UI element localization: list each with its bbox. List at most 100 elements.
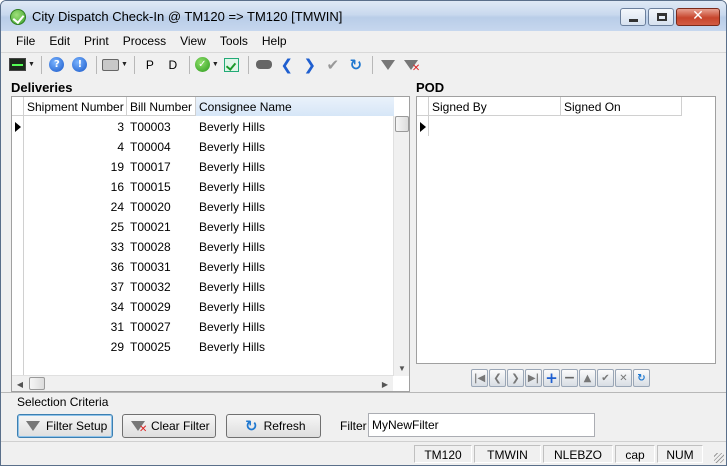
shipment-number: 36: [110, 260, 124, 274]
filter-setup-button[interactable]: Filter Setup: [17, 414, 113, 438]
table-row[interactable]: 36 T00031 Beverly Hills: [24, 256, 386, 276]
pod-header: Signed By Signed On: [417, 97, 682, 116]
cancel-record-button[interactable]: ✕: [615, 369, 632, 387]
check-button[interactable]: ✓ ▼: [194, 55, 219, 75]
table-row[interactable]: 4 T00004 Beverly Hills: [24, 136, 386, 156]
add-record-button[interactable]: +: [543, 369, 560, 387]
column-header-signed-by[interactable]: Signed By: [429, 97, 561, 116]
menu-process[interactable]: Process: [116, 32, 173, 51]
clear-filter-button[interactable]: Clear Filter: [122, 414, 216, 438]
status-cell-num: NUM: [657, 445, 703, 463]
horizontal-scrollbar[interactable]: ◀ ▶: [12, 375, 393, 391]
table-row[interactable]: 24 T00020 Beverly Hills: [24, 196, 386, 216]
table-row[interactable]: 34 T00029 Beverly Hills: [24, 296, 386, 316]
info-button[interactable]: !: [70, 55, 90, 75]
check-icon: ✓: [194, 57, 210, 72]
delete-record-button[interactable]: −: [561, 369, 578, 387]
clear-filter-toolbar-button[interactable]: [401, 55, 421, 75]
find-button[interactable]: [254, 55, 274, 75]
filter-toolbar-button[interactable]: [378, 55, 398, 75]
refresh-icon: ↻: [245, 417, 258, 435]
menu-file[interactable]: File: [9, 32, 42, 51]
edit-record-button[interactable]: ▲: [579, 369, 596, 387]
accept-button[interactable]: ✔: [323, 55, 343, 75]
shipment-number: 37: [110, 280, 124, 294]
table-row[interactable]: 33 T00028 Beverly Hills: [24, 236, 386, 256]
minimize-button[interactable]: [620, 8, 646, 26]
menu-view[interactable]: View: [173, 32, 213, 51]
consignee-name: Beverly Hills: [199, 140, 266, 154]
print-button[interactable]: ▼: [101, 55, 128, 75]
printer-icon: [101, 58, 119, 71]
maximize-icon: [657, 13, 667, 21]
checkmark-icon: ✔: [326, 55, 340, 74]
table-row[interactable]: 3 T00003 Beverly Hills: [24, 116, 386, 136]
post-record-button[interactable]: ✔: [597, 369, 614, 387]
monitor-icon: [9, 58, 26, 71]
monitor-button[interactable]: ▼: [9, 55, 35, 75]
shipment-number: 34: [110, 300, 124, 314]
resize-grip-icon[interactable]: [714, 453, 724, 463]
row-selector-header: [417, 97, 429, 116]
menu-help[interactable]: Help: [255, 32, 294, 51]
consignee-name: Beverly Hills: [199, 120, 266, 134]
dropdown-arrow-icon: ▼: [211, 61, 219, 68]
bill-number: T00031: [130, 260, 171, 274]
horizontal-scroll-thumb[interactable]: [29, 377, 45, 390]
column-header-bill[interactable]: Bill Number: [127, 97, 196, 116]
chevron-left-icon: ❮: [280, 55, 294, 74]
window-controls: ✕: [620, 8, 720, 26]
checklist-button[interactable]: [222, 55, 242, 75]
menu-print[interactable]: Print: [77, 32, 116, 51]
consignee-name: Beverly Hills: [199, 260, 266, 274]
bill-number: T00025: [130, 340, 171, 354]
prev-page-button[interactable]: ❮: [489, 369, 506, 387]
table-row[interactable]: 31 T00027 Beverly Hills: [24, 316, 386, 336]
chevron-right-icon: ❯: [303, 55, 317, 74]
vertical-scrollbar[interactable]: ▼: [393, 116, 409, 376]
filter-input[interactable]: [368, 413, 595, 437]
pod-grid: Signed By Signed On: [416, 96, 716, 364]
dropdown-arrow-icon: ▼: [120, 61, 128, 68]
table-row[interactable]: 25 T00021 Beverly Hills: [24, 216, 386, 236]
next-page-button[interactable]: ❯: [507, 369, 524, 387]
table-row[interactable]: 16 T00015 Beverly Hills: [24, 176, 386, 196]
help-button[interactable]: ?: [47, 55, 67, 75]
window-title: City Dispatch Check-In @ TM120 => TM120 …: [32, 9, 343, 24]
filter-label: Filter: [340, 419, 367, 433]
last-record-button[interactable]: ▶|: [525, 369, 542, 387]
column-header-consignee[interactable]: Consignee Name: [196, 97, 394, 116]
bill-number: T00004: [130, 140, 171, 154]
refresh-button[interactable]: ↻ Refresh: [226, 414, 321, 438]
column-header-signed-on[interactable]: Signed On: [561, 97, 682, 116]
d-button[interactable]: D: [163, 55, 183, 75]
clear-filter-icon: [131, 421, 147, 435]
consignee-name: Beverly Hills: [199, 320, 266, 334]
maximize-button[interactable]: [648, 8, 674, 26]
first-record-button[interactable]: |◀: [471, 369, 488, 387]
section-divider: [1, 392, 726, 393]
table-row[interactable]: 37 T00032 Beverly Hills: [24, 276, 386, 296]
next-button[interactable]: ❯: [300, 55, 320, 75]
scroll-right-icon[interactable]: ▶: [377, 376, 393, 392]
info-icon: !: [72, 57, 88, 72]
column-header-shipment[interactable]: Shipment Number: [24, 97, 127, 116]
menu-tools[interactable]: Tools: [213, 32, 255, 51]
shipment-number: 16: [110, 180, 124, 194]
toolbar-separator: [247, 55, 249, 74]
minimize-icon: [629, 19, 638, 22]
vertical-scroll-thumb[interactable]: [395, 116, 409, 132]
refresh-records-button[interactable]: ↻: [633, 369, 650, 387]
consignee-name: Beverly Hills: [199, 200, 266, 214]
shipment-number: 29: [110, 340, 124, 354]
scroll-left-icon[interactable]: ◀: [12, 376, 28, 392]
p-button[interactable]: P: [140, 55, 160, 75]
help-icon: ?: [49, 57, 65, 72]
previous-button[interactable]: ❮: [277, 55, 297, 75]
refresh-toolbar-button[interactable]: ↻: [346, 55, 366, 75]
table-row[interactable]: 29 T00025 Beverly Hills: [24, 336, 386, 356]
scroll-down-icon[interactable]: ▼: [394, 360, 410, 376]
close-button[interactable]: ✕: [676, 8, 720, 26]
table-row[interactable]: 19 T00017 Beverly Hills: [24, 156, 386, 176]
menu-edit[interactable]: Edit: [42, 32, 77, 51]
